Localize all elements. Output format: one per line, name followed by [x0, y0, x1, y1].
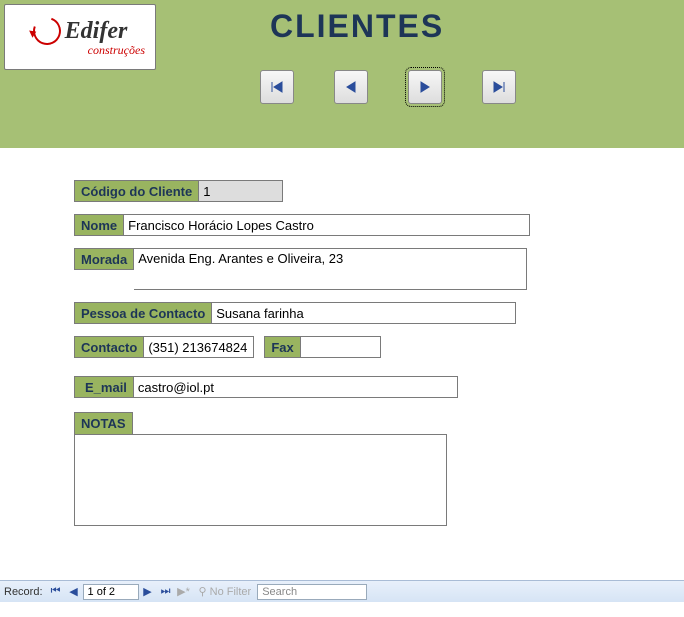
- logo-swirl-icon: [28, 12, 65, 49]
- logo-sub-text: construções: [88, 43, 145, 58]
- logo-main-text: Edifer: [65, 19, 128, 43]
- prev-icon: [345, 81, 357, 93]
- next-icon: [419, 81, 431, 93]
- status-prev-button[interactable]: ◀: [65, 584, 83, 600]
- next-record-button[interactable]: [408, 70, 442, 104]
- status-last-button[interactable]: ⏭: [157, 584, 175, 600]
- notas-field[interactable]: [74, 434, 447, 526]
- status-new-record-button[interactable]: ▶*: [175, 584, 193, 600]
- email-label: E_mail: [74, 376, 134, 398]
- contacto-field[interactable]: [144, 336, 254, 358]
- codigo-field[interactable]: [199, 180, 283, 202]
- record-number-field[interactable]: [83, 584, 139, 600]
- nome-field[interactable]: [124, 214, 530, 236]
- codigo-label: Código do Cliente: [74, 180, 199, 202]
- client-form: Código do Cliente Nome Morada Avenida En…: [0, 148, 684, 526]
- pessoa-label: Pessoa de Contacto: [74, 302, 212, 324]
- logo: Edifer construções: [4, 4, 156, 70]
- record-nav-buttons: [260, 70, 516, 104]
- notas-label: NOTAS: [74, 412, 133, 434]
- contacto-label: Contacto: [74, 336, 144, 358]
- status-search-field[interactable]: [257, 584, 367, 600]
- email-field[interactable]: [134, 376, 458, 398]
- record-label: Record:: [0, 586, 47, 598]
- last-record-button[interactable]: [482, 70, 516, 104]
- last-icon: [492, 80, 506, 94]
- header: Edifer construções CLIENTES: [0, 0, 684, 148]
- page-title: CLIENTES: [270, 8, 444, 45]
- morada-field[interactable]: Avenida Eng. Arantes e Oliveira, 23: [134, 248, 527, 290]
- status-next-button[interactable]: ▶: [139, 584, 157, 600]
- status-bar: Record: ⏮ ◀ ▶ ⏭ ▶* ⚲ No Filter: [0, 580, 684, 602]
- pessoa-field[interactable]: [212, 302, 516, 324]
- status-first-button[interactable]: ⏮: [47, 584, 65, 600]
- first-icon: [270, 80, 284, 94]
- fax-label: Fax: [264, 336, 300, 358]
- first-record-button[interactable]: [260, 70, 294, 104]
- prev-record-button[interactable]: [334, 70, 368, 104]
- fax-field[interactable]: [301, 336, 381, 358]
- filter-icon: ⚲: [199, 586, 207, 598]
- no-filter-indicator[interactable]: ⚲ No Filter: [199, 585, 252, 598]
- morada-label: Morada: [74, 248, 134, 270]
- nome-label: Nome: [74, 214, 124, 236]
